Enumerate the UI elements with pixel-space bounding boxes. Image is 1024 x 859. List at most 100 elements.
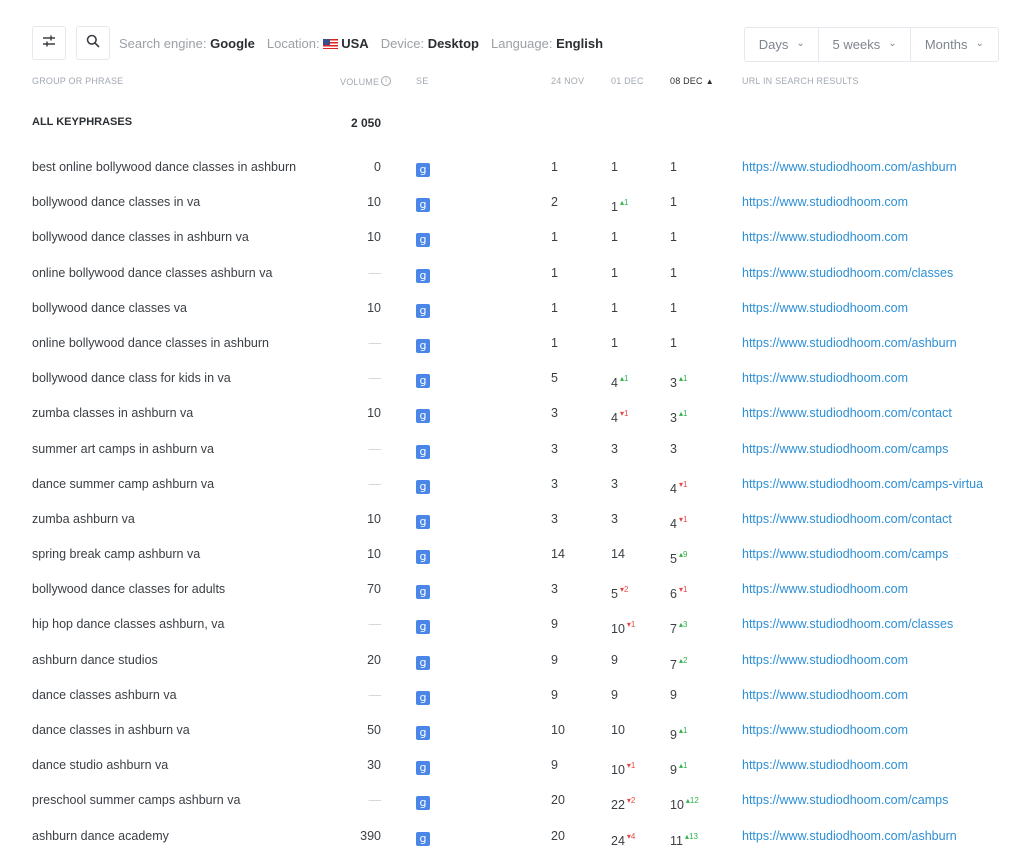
keyphrase-cell[interactable]: dance classes in ashburn va: [32, 713, 304, 748]
position-value: 7: [670, 657, 677, 672]
info-icon[interactable]: i: [381, 76, 392, 86]
table-row[interactable]: hip hop dance classes ashburn, va — g 9 …: [0, 607, 1024, 642]
result-url-link[interactable]: https://www.studiodhoom.com/ashburn: [742, 326, 1024, 361]
volume-cell: 10: [367, 195, 381, 210]
sort-asc-icon: ▲: [705, 77, 714, 86]
result-url-link[interactable]: https://www.studiodhoom.com: [742, 185, 1024, 220]
position-24nov: 3: [551, 406, 558, 421]
table-row[interactable]: zumba ashburn va 10 g 3 3 4 ▾1 https://ww…: [0, 502, 1024, 537]
position-value: 24: [611, 833, 625, 848]
keyphrase-cell[interactable]: online bollywood dance classes ashburn v…: [32, 256, 304, 291]
result-url-link[interactable]: https://www.studiodhoom.com: [742, 220, 1024, 255]
language-filter[interactable]: Language: English: [491, 36, 603, 51]
table-row[interactable]: bollywood dance classes in ashburn va 10…: [0, 220, 1024, 255]
result-url-link[interactable]: https://www.studiodhoom.com/camps: [742, 783, 1024, 818]
months-dropdown[interactable]: Months ⌄: [911, 28, 998, 61]
col-header-01dec[interactable]: 01 DEC: [611, 76, 644, 90]
table-row[interactable]: dance summer camp ashburn va — g 3 3 4 ▾1…: [0, 467, 1024, 502]
search-engine-cell: g: [416, 150, 430, 185]
position-01dec: 4 ▾1: [611, 396, 661, 431]
col-header-phrase[interactable]: GROUP OR PHRASE: [32, 76, 123, 90]
rank-up-delta: ▴2: [678, 655, 688, 665]
position-24nov: 2: [551, 195, 558, 210]
weeks-dropdown[interactable]: 5 weeks ⌄: [819, 28, 911, 61]
table-row[interactable]: best online bollywood dance classes in a…: [0, 150, 1024, 185]
position-24nov: 9: [551, 758, 558, 773]
result-url-link[interactable]: https://www.studiodhoom.com/camps: [742, 432, 1024, 467]
table-row[interactable]: online bollywood dance classes in ashbur…: [0, 326, 1024, 361]
table-row[interactable]: ashburn dance studios 20 g 9 9 7 ▴2 https…: [0, 643, 1024, 678]
keyphrase-cell[interactable]: online bollywood dance classes in ashbur…: [32, 326, 304, 361]
keyphrase-cell[interactable]: zumba ashburn va: [32, 502, 304, 537]
toolbar: Search engine: Google Location: USA Device…: [32, 26, 1000, 62]
table-row[interactable]: online bollywood dance classes ashburn v…: [0, 256, 1024, 291]
keyphrase-cell[interactable]: hip hop dance classes ashburn, va: [32, 607, 304, 642]
filter-settings-button[interactable]: [32, 26, 66, 60]
keyphrase-cell[interactable]: best online bollywood dance classes in a…: [32, 150, 304, 185]
table-row[interactable]: bollywood dance classes in va 10 g 2 1 ▴1…: [0, 185, 1024, 220]
result-url-link[interactable]: https://www.studiodhoom.com/camps: [742, 537, 1024, 572]
result-url-link[interactable]: https://www.studiodhoom.com/ashburn: [742, 819, 1024, 854]
result-url-link[interactable]: https://www.studiodhoom.com: [742, 572, 1024, 607]
position-24nov: 5: [551, 371, 558, 386]
keyphrase-cell[interactable]: dance summer camp ashburn va: [32, 467, 304, 502]
location-filter[interactable]: Location: USA: [267, 36, 369, 51]
table-row[interactable]: ashburn dance academy 390 g 20 24 ▾4 11 ▴1…: [0, 819, 1024, 854]
device-filter[interactable]: Device: Desktop: [381, 36, 479, 51]
keyphrase-cell[interactable]: dance classes ashburn va: [32, 678, 304, 713]
col-header-volume[interactable]: VOLUME i: [340, 76, 392, 90]
keyphrase-cell[interactable]: preschool summer camps ashburn va: [32, 783, 304, 818]
table-row[interactable]: preschool summer camps ashburn va — g 20…: [0, 783, 1024, 818]
result-url-link[interactable]: https://www.studiodhoom.com: [742, 361, 1024, 396]
position-24nov: 14: [551, 547, 565, 562]
table-row[interactable]: zumba classes in ashburn va 10 g 3 4 ▾1 3…: [0, 396, 1024, 431]
position-01dec: 10: [611, 713, 661, 748]
result-url-link[interactable]: https://www.studiodhoom.com/contact: [742, 502, 1024, 537]
engine-filter[interactable]: Search engine: Google: [119, 36, 255, 51]
keyphrase-cell[interactable]: dance studio ashburn va: [32, 748, 304, 783]
result-url-link[interactable]: https://www.studiodhoom.com: [742, 748, 1024, 783]
col-header-24nov[interactable]: 24 NOV: [551, 76, 584, 90]
result-url-link[interactable]: https://www.studiodhoom.com/contact: [742, 396, 1024, 431]
position-value: 14: [611, 547, 625, 562]
all-keyphrases-row[interactable]: ALL KEYPHRASES 2 050: [0, 116, 1024, 136]
volume-cell: 10: [367, 300, 381, 315]
keyphrase-cell[interactable]: zumba classes in ashburn va: [32, 396, 304, 431]
search-engine-cell: g: [416, 607, 430, 642]
table-row[interactable]: summer art camps in ashburn va — g 3 3 3…: [0, 432, 1024, 467]
position-value: 9: [611, 687, 618, 702]
keyphrase-cell[interactable]: summer art camps in ashburn va: [32, 432, 304, 467]
keyphrase-cell[interactable]: bollywood dance classes in ashburn va: [32, 220, 304, 255]
result-url-link[interactable]: https://www.studiodhoom.com/classes: [742, 256, 1024, 291]
result-url-link[interactable]: https://www.studiodhoom.com: [742, 678, 1024, 713]
search-button[interactable]: [76, 26, 110, 60]
col-header-08dec[interactable]: 08 DEC ▲: [670, 76, 714, 90]
search-engine-cell: g: [416, 432, 430, 467]
position-24nov: 3: [551, 582, 558, 597]
volume-cell: —: [368, 441, 382, 456]
table-row[interactable]: dance studio ashburn va 30 g 9 10 ▾1 9 ▴1 …: [0, 748, 1024, 783]
result-url-link[interactable]: https://www.studiodhoom.com/camps-virtua: [742, 467, 1024, 502]
table-row[interactable]: bollywood dance classes va 10 g 1 1 1 ht…: [0, 291, 1024, 326]
table-row[interactable]: dance classes ashburn va — g 9 9 9 https…: [0, 678, 1024, 713]
result-url-link[interactable]: https://www.studiodhoom.com/ashburn: [742, 150, 1024, 185]
keyphrase-cell[interactable]: ashburn dance studios: [32, 643, 304, 678]
result-url-link[interactable]: https://www.studiodhoom.com/classes: [742, 607, 1024, 642]
result-url-link[interactable]: https://www.studiodhoom.com: [742, 291, 1024, 326]
keyphrase-cell[interactable]: bollywood dance classes va: [32, 291, 304, 326]
table-row[interactable]: bollywood dance class for kids in va — g…: [0, 361, 1024, 396]
position-value: 10: [670, 798, 684, 813]
col-header-url: URL IN SEARCH RESULTS: [742, 76, 859, 86]
position-01dec: 1: [611, 220, 661, 255]
table-row[interactable]: bollywood dance classes for adults 70 g …: [0, 572, 1024, 607]
keyphrase-cell[interactable]: ashburn dance academy: [32, 819, 304, 854]
keyphrase-cell[interactable]: bollywood dance class for kids in va: [32, 361, 304, 396]
table-row[interactable]: spring break camp ashburn va 10 g 14 14 …: [0, 537, 1024, 572]
keyphrase-cell[interactable]: spring break camp ashburn va: [32, 537, 304, 572]
keyphrase-cell[interactable]: bollywood dance classes for adults: [32, 572, 304, 607]
table-row[interactable]: dance classes in ashburn va 50 g 10 10 9…: [0, 713, 1024, 748]
result-url-link[interactable]: https://www.studiodhoom.com: [742, 643, 1024, 678]
result-url-link[interactable]: https://www.studiodhoom.com: [742, 713, 1024, 748]
days-dropdown[interactable]: Days ⌄: [745, 28, 820, 61]
keyphrase-cell[interactable]: bollywood dance classes in va: [32, 185, 304, 220]
